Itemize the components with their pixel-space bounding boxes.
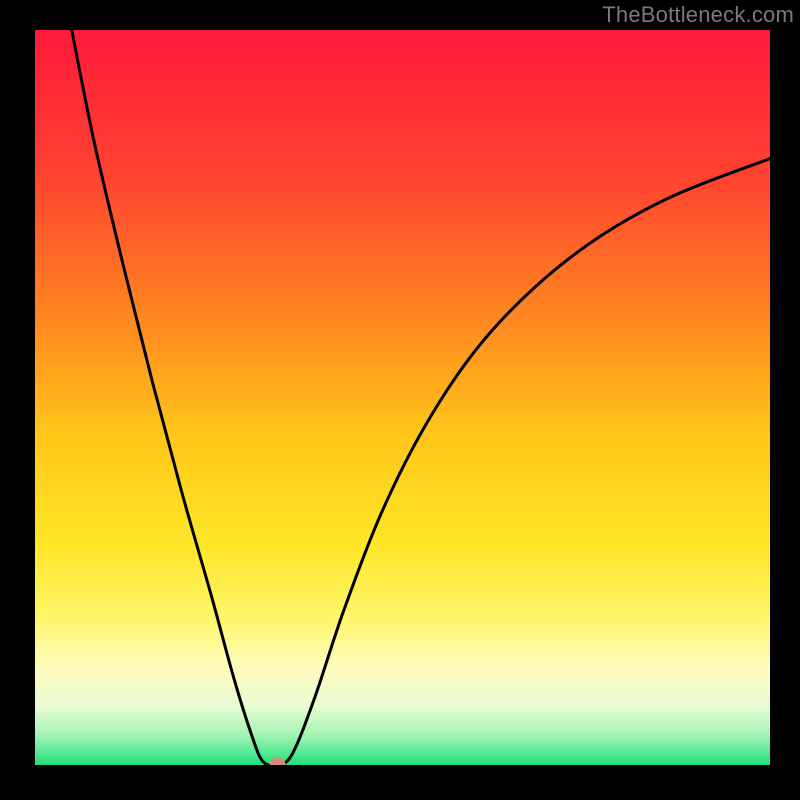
- optimal-point-marker: [270, 757, 286, 773]
- plot-background: [35, 30, 770, 765]
- chart-frame: TheBottleneck.com: [0, 0, 800, 800]
- watermark-text: TheBottleneck.com: [602, 2, 794, 28]
- bottleneck-chart: [0, 0, 800, 800]
